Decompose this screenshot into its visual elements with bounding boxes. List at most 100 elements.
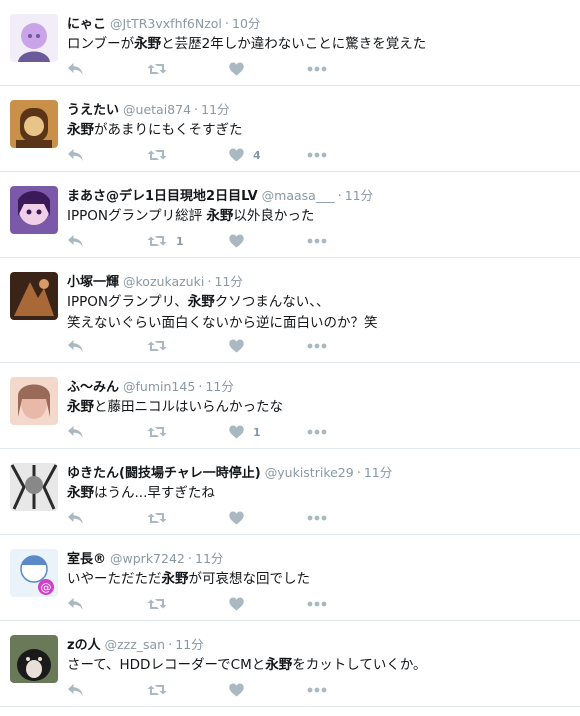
tweet[interactable]: zの人 @zzz_san · 11分 さーて、HDDレコーダーでCMと永野をカットしてい… bbox=[0, 621, 580, 707]
tweet-text: IPPONグランプリ、永野クソつまんない、、 bbox=[67, 292, 570, 312]
tweet-actions: 1 bbox=[67, 232, 367, 250]
more-button[interactable] bbox=[307, 595, 327, 613]
avatar[interactable]: @ bbox=[10, 549, 58, 597]
heart-icon bbox=[229, 148, 244, 162]
tweet[interactable]: にゃこ @JtTR3vxfhf6Nzol · 10分 ロンブーが永野と芸歴2年しか違わな… bbox=[0, 0, 580, 86]
more-button[interactable] bbox=[307, 423, 327, 441]
avatar[interactable] bbox=[10, 463, 58, 511]
username[interactable]: @zzz_san bbox=[105, 637, 166, 652]
more-dots-icon bbox=[307, 515, 327, 521]
reply-button[interactable] bbox=[67, 423, 84, 441]
avatar[interactable] bbox=[10, 635, 58, 683]
like-button[interactable]: 1 bbox=[229, 423, 261, 441]
tweet-header: 室長® @wprk7242 · 11分 bbox=[67, 550, 570, 568]
retweet-icon bbox=[147, 511, 167, 525]
username[interactable]: @kozukazuki bbox=[123, 274, 204, 289]
tweet[interactable]: うえたい @uetai874 · 11分 永野があまりにもくそすぎた 4 bbox=[0, 86, 580, 172]
username[interactable]: @maasa___ bbox=[262, 188, 335, 203]
avatar[interactable] bbox=[10, 272, 58, 320]
tweet[interactable]: ふ〜みん @fumin145 · 11分 永野と藤田ニコルはいらんかったな 1 bbox=[0, 363, 580, 449]
reply-button[interactable] bbox=[67, 232, 84, 250]
more-button[interactable] bbox=[307, 509, 327, 527]
retweet-button[interactable] bbox=[147, 146, 167, 164]
timestamp[interactable]: 11分 bbox=[201, 102, 229, 117]
retweet-icon bbox=[147, 148, 167, 162]
timestamp[interactable]: 11分 bbox=[364, 465, 392, 480]
timestamp[interactable]: 11分 bbox=[214, 274, 242, 289]
avatar[interactable] bbox=[10, 186, 58, 234]
heart-icon bbox=[229, 339, 244, 353]
fullname[interactable]: 室長® bbox=[67, 552, 106, 567]
username[interactable]: @uetai874 bbox=[123, 102, 191, 117]
timestamp[interactable]: 11分 bbox=[205, 379, 233, 394]
timestamp[interactable]: 11分 bbox=[175, 637, 203, 652]
fullname[interactable]: zの人 bbox=[67, 638, 101, 653]
username[interactable]: @yukistrike29 bbox=[265, 465, 354, 480]
avatar[interactable] bbox=[10, 14, 58, 62]
tweet[interactable]: @ 室長® @wprk7242 · 11分 いやーただただ永野が可哀想な回でした bbox=[0, 535, 580, 621]
reply-icon bbox=[67, 683, 84, 697]
like-button[interactable] bbox=[229, 232, 244, 250]
tweet-header: にゃこ @JtTR3vxfhf6Nzol · 10分 bbox=[67, 15, 570, 33]
reply-button[interactable] bbox=[67, 595, 84, 613]
tweet-content: ふ〜みん @fumin145 · 11分 永野と藤田ニコルはいらんかったな bbox=[67, 378, 570, 417]
like-count: 4 bbox=[253, 148, 261, 162]
fullname[interactable]: ゆきたん(闘技場チャレ一時停止) bbox=[67, 466, 261, 481]
retweet-button[interactable] bbox=[147, 595, 167, 613]
reply-icon bbox=[67, 148, 84, 162]
tweet-actions bbox=[67, 60, 367, 78]
reply-button[interactable] bbox=[67, 60, 84, 78]
username[interactable]: @wprk7242 bbox=[110, 551, 185, 566]
tweet[interactable]: ゆきたん(闘技場チャレ一時停止) @yukistrike29 · 11分 永野はうん..… bbox=[0, 449, 580, 535]
text-segment: IPPONグランプリ、 bbox=[67, 294, 188, 310]
fullname[interactable]: うえたい bbox=[67, 103, 119, 118]
reply-icon bbox=[67, 339, 84, 353]
retweet-button[interactable] bbox=[147, 509, 167, 527]
timestamp[interactable]: 11分 bbox=[345, 188, 373, 203]
heart-icon bbox=[229, 425, 244, 439]
like-button[interactable] bbox=[229, 337, 244, 355]
more-button[interactable] bbox=[307, 60, 327, 78]
reply-button[interactable] bbox=[67, 146, 84, 164]
tweet[interactable]: 小塚一輝 @kozukazuki · 11分 IPPONグランプリ、永野クソつまんない、… bbox=[0, 258, 580, 363]
username[interactable]: @fumin145 bbox=[123, 379, 195, 394]
like-button[interactable] bbox=[229, 60, 244, 78]
like-button[interactable] bbox=[229, 509, 244, 527]
like-button[interactable] bbox=[229, 595, 244, 613]
tweet-header: ふ〜みん @fumin145 · 11分 bbox=[67, 378, 570, 396]
more-button[interactable] bbox=[307, 337, 327, 355]
keyword-highlight: 永野 bbox=[67, 399, 94, 415]
fullname[interactable]: にゃこ bbox=[67, 17, 106, 32]
more-button[interactable] bbox=[307, 146, 327, 164]
tweet-header: まあさ@デレ1日目現地2日目LV @maasa___ · 11分 bbox=[67, 187, 570, 205]
more-dots-icon bbox=[307, 238, 327, 244]
retweet-button[interactable] bbox=[147, 681, 167, 699]
tweet[interactable]: まあさ@デレ1日目現地2日目LV @maasa___ · 11分 IPPONグランプリ総… bbox=[0, 172, 580, 258]
retweet-icon bbox=[147, 425, 167, 439]
reply-button[interactable] bbox=[67, 681, 84, 699]
text-segment: はうん...早すぎたね bbox=[94, 485, 215, 501]
more-button[interactable] bbox=[307, 232, 327, 250]
like-button[interactable]: 4 bbox=[229, 146, 261, 164]
retweet-button[interactable]: 1 bbox=[147, 232, 184, 250]
retweet-icon bbox=[147, 683, 167, 697]
retweet-button[interactable] bbox=[147, 423, 167, 441]
tweet-content: うえたい @uetai874 · 11分 永野があまりにもくそすぎた bbox=[67, 101, 570, 140]
timestamp[interactable]: 10分 bbox=[232, 16, 260, 31]
avatar[interactable] bbox=[10, 377, 58, 425]
tweet-actions: 1 bbox=[67, 423, 367, 441]
avatar[interactable] bbox=[10, 100, 58, 148]
like-button[interactable] bbox=[229, 681, 244, 699]
retweet-button[interactable] bbox=[147, 60, 167, 78]
more-button[interactable] bbox=[307, 681, 327, 699]
fullname[interactable]: 小塚一輝 bbox=[67, 275, 119, 290]
fullname[interactable]: まあさ@デレ1日目現地2日目LV bbox=[67, 189, 258, 204]
retweet-button[interactable] bbox=[147, 337, 167, 355]
reply-button[interactable] bbox=[67, 337, 84, 355]
fullname[interactable]: ふ〜みん bbox=[67, 380, 119, 395]
username[interactable]: @JtTR3vxfhf6Nzol bbox=[110, 16, 222, 31]
timestamp[interactable]: 11分 bbox=[195, 551, 223, 566]
reply-button[interactable] bbox=[67, 509, 84, 527]
heart-icon bbox=[229, 683, 244, 697]
tweet-text: さーて、HDDレコーダーでCMと永野をカットしていくか。 bbox=[67, 655, 570, 675]
